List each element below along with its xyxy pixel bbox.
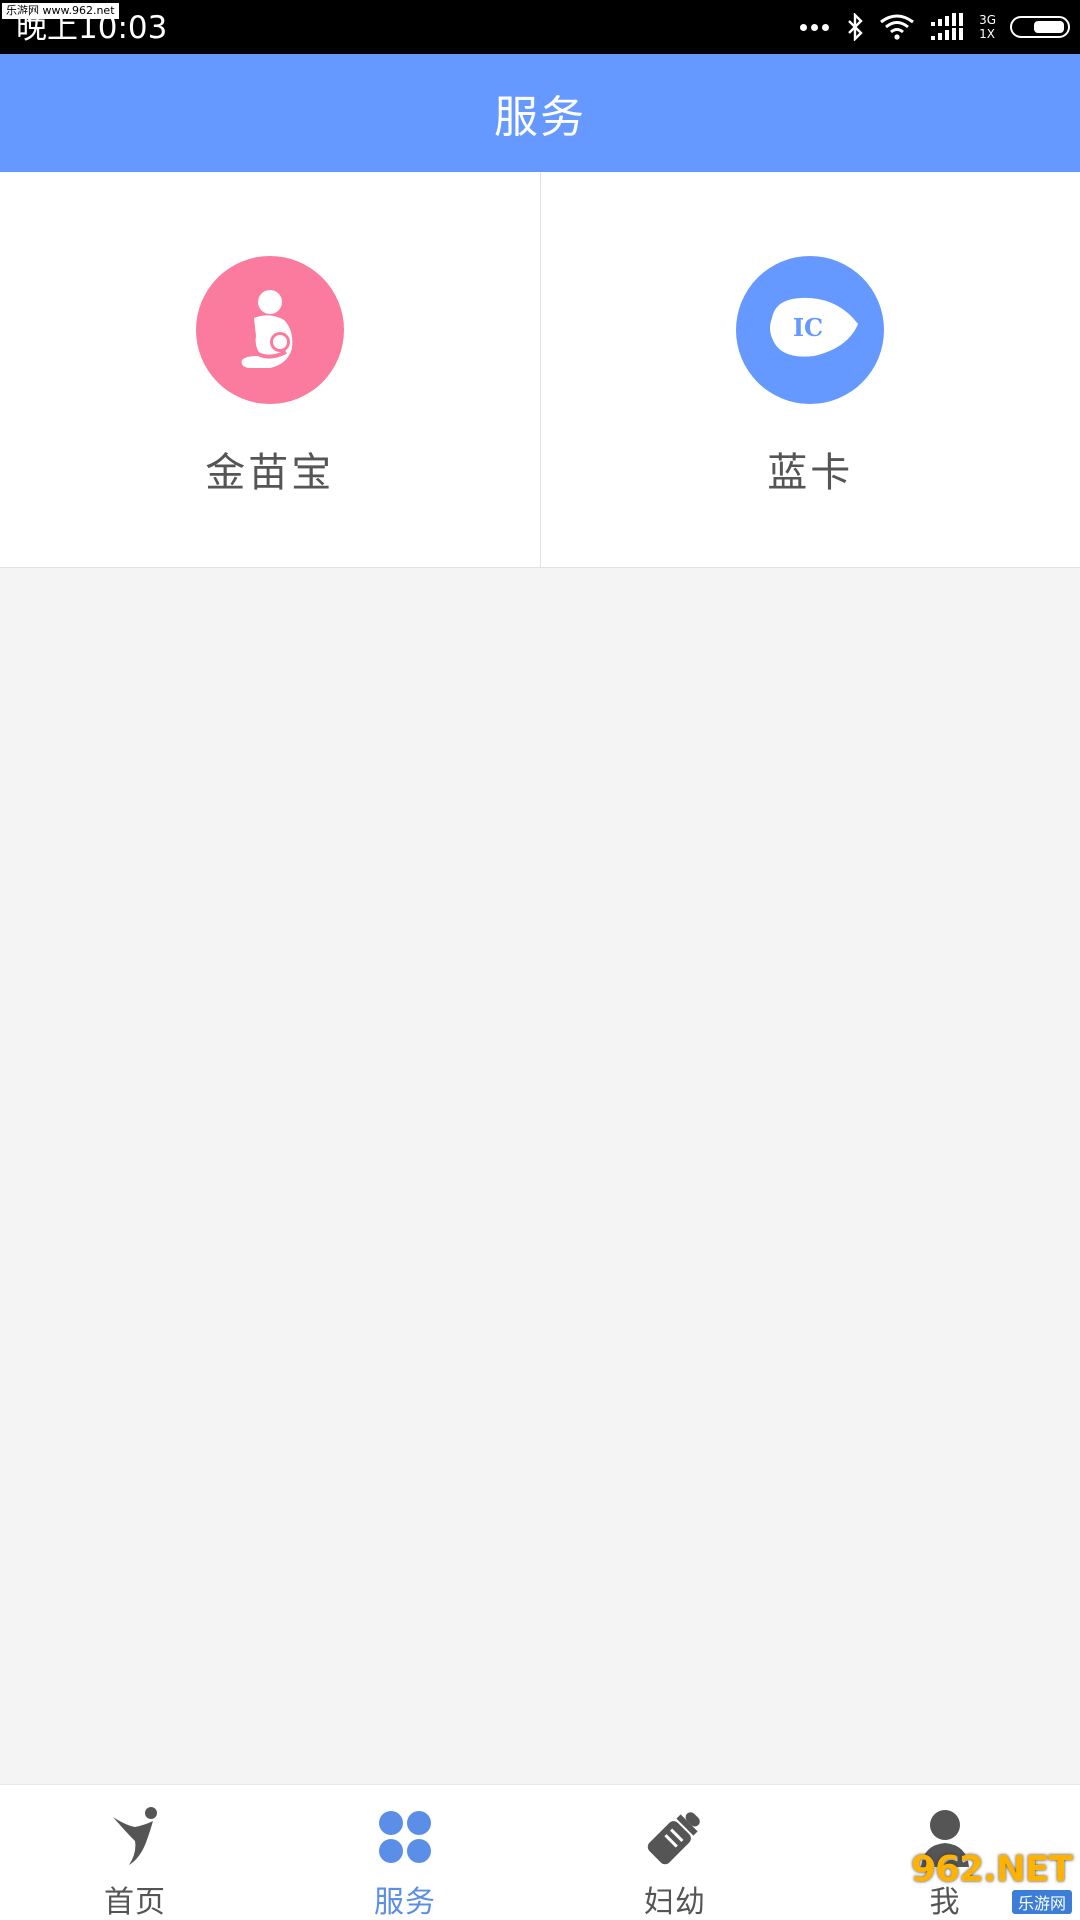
bluetooth-icon <box>848 13 863 41</box>
battery-icon <box>1010 16 1070 38</box>
watermark-logo: 962.NET 乐游网 <box>910 1849 1073 1914</box>
service-label: 蓝卡 <box>767 450 854 496</box>
service-label: 金苗宝 <box>205 450 335 496</box>
ic-card-text: IC <box>793 313 823 342</box>
watermark-main: 962.NET <box>910 1849 1073 1890</box>
nav-label: 首页 <box>104 1885 166 1920</box>
signal-icon <box>931 13 964 40</box>
nav-item-maternal[interactable]: 妇幼 <box>540 1785 810 1920</box>
more-dots-icon <box>800 23 833 31</box>
page-title: 服务 <box>494 92 586 143</box>
home-figure-icon <box>100 1803 170 1871</box>
ic-card-icon: IC <box>736 256 885 404</box>
nav-label: 服务 <box>374 1885 436 1920</box>
wifi-icon <box>880 14 914 40</box>
watermark-sub: 乐游网 <box>1011 1890 1072 1914</box>
services-grid: 金苗宝 IC 蓝卡 <box>0 172 1080 568</box>
app-header: 服务 <box>0 54 1080 172</box>
breastfeeding-icon <box>195 256 344 404</box>
status-icons: 3G 1X <box>786 0 1070 54</box>
nav-item-service[interactable]: 服务 <box>270 1785 540 1920</box>
nav-label: 妇幼 <box>644 1885 706 1920</box>
network-type-bottom: 1X <box>979 27 995 41</box>
network-type-top: 3G <box>979 13 996 27</box>
status-time: 晚上10:03 <box>16 10 168 46</box>
network-type: 3G 1X <box>979 13 996 41</box>
screen: 乐游网 www.962.net 晚上10:03 3G 1X 服务 金苗宝 IC … <box>0 0 1080 1920</box>
service-lanka[interactable]: IC 蓝卡 <box>539 172 1080 567</box>
status-bar: 乐游网 www.962.net 晚上10:03 3G 1X <box>0 0 1080 54</box>
clover-icon <box>370 1803 440 1871</box>
service-jinmiaobao[interactable]: 金苗宝 <box>0 172 540 567</box>
baby-bottle-icon <box>640 1803 710 1871</box>
nav-item-home[interactable]: 首页 <box>0 1785 270 1920</box>
